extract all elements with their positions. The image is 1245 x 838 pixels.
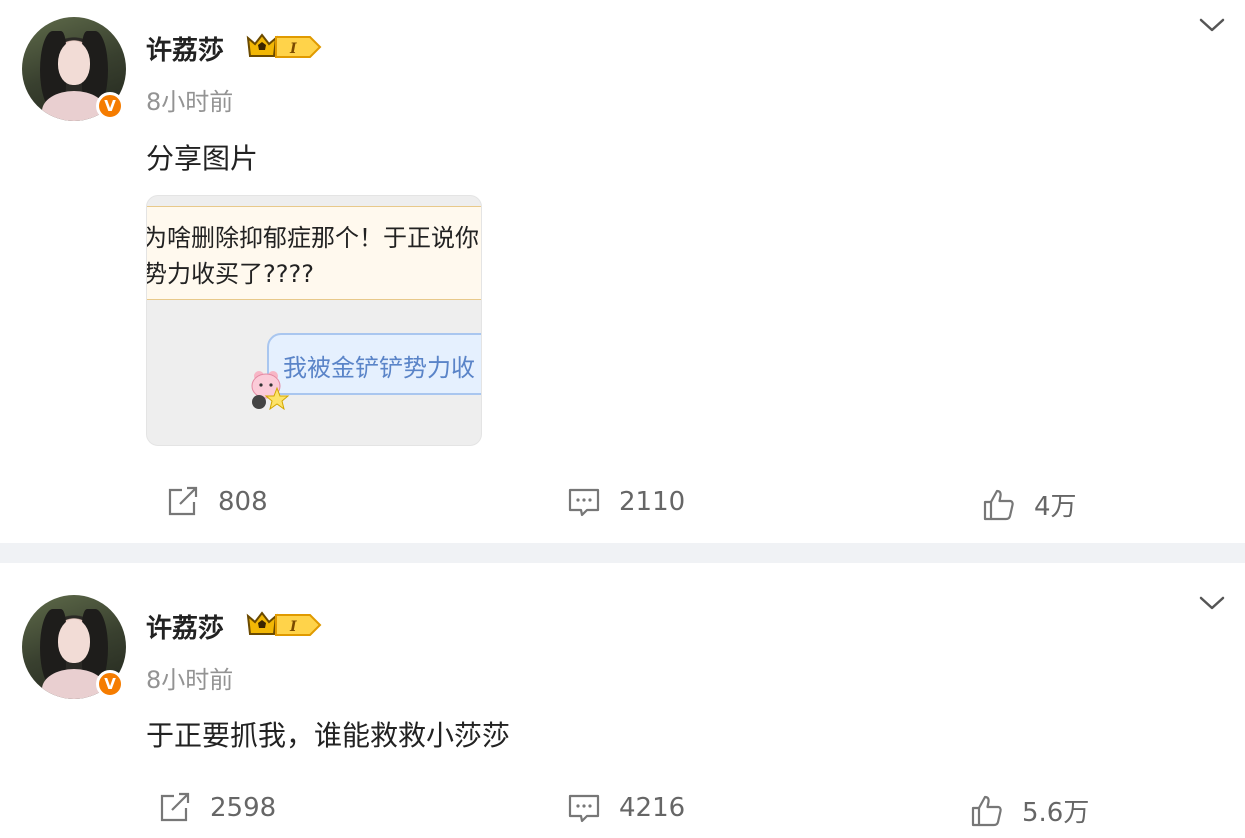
- chevron-down-icon[interactable]: [1197, 592, 1227, 614]
- verified-badge: V: [96, 92, 124, 120]
- like-count: 4万: [1034, 492, 1077, 522]
- vip-level-text: I: [289, 619, 297, 635]
- post-content: 于正要抓我，谁能救救小莎莎: [146, 719, 511, 752]
- chat-bubble-text: 我被金铲铲势力收: [283, 354, 475, 382]
- comment-count: 2110: [619, 487, 686, 517]
- repost-button[interactable]: 808: [166, 486, 268, 518]
- repost-count: 808: [218, 487, 268, 517]
- vip-crown-icon[interactable]: I: [246, 610, 322, 640]
- like-button[interactable]: 4万: [982, 486, 1077, 523]
- verified-badge: V: [96, 670, 124, 698]
- post-time: 8小时前: [146, 666, 234, 694]
- comment-button[interactable]: 4216: [567, 792, 685, 824]
- like-count: 5.6万: [1022, 798, 1090, 828]
- comment-icon: [568, 794, 600, 823]
- bear-sticker-icon: [251, 371, 290, 410]
- username[interactable]: 许荔莎: [146, 30, 224, 67]
- comment-count: 4216: [619, 793, 686, 823]
- image-text-line: 为啥删除抑郁症那个！于正说你: [146, 224, 479, 252]
- vip-crown-icon[interactable]: I: [246, 32, 322, 62]
- post-separator: [0, 543, 1245, 563]
- repost-icon: [168, 486, 198, 516]
- post-image[interactable]: 为啥删除抑郁症那个！于正说你 势力收买了???? 我被金铲铲势力收: [146, 195, 482, 446]
- chevron-down-icon[interactable]: [1197, 14, 1227, 36]
- repost-icon: [160, 792, 190, 822]
- weibo-post: V 许荔莎 I 8小时前 分享图片 为啥删除抑郁症那个！于正说你 势力收买了??…: [0, 0, 1245, 543]
- image-text-line: 势力收买了????: [146, 260, 314, 288]
- vip-level-text: I: [289, 41, 297, 57]
- comment-button[interactable]: 2110: [567, 486, 685, 518]
- repost-button[interactable]: 2598: [158, 792, 276, 824]
- repost-count: 2598: [210, 793, 277, 823]
- weibo-post: V 许荔莎 I 8小时前 于正要抓我，谁能救救小莎莎 2598 4216 5.6…: [0, 563, 1245, 838]
- like-icon: [983, 489, 1014, 520]
- post-content: 分享图片: [146, 142, 259, 175]
- comment-icon: [568, 488, 600, 517]
- like-button[interactable]: 5.6万: [970, 792, 1089, 829]
- like-icon: [971, 795, 1002, 826]
- username[interactable]: 许荔莎: [146, 608, 224, 645]
- post-time: 8小时前: [146, 88, 234, 116]
